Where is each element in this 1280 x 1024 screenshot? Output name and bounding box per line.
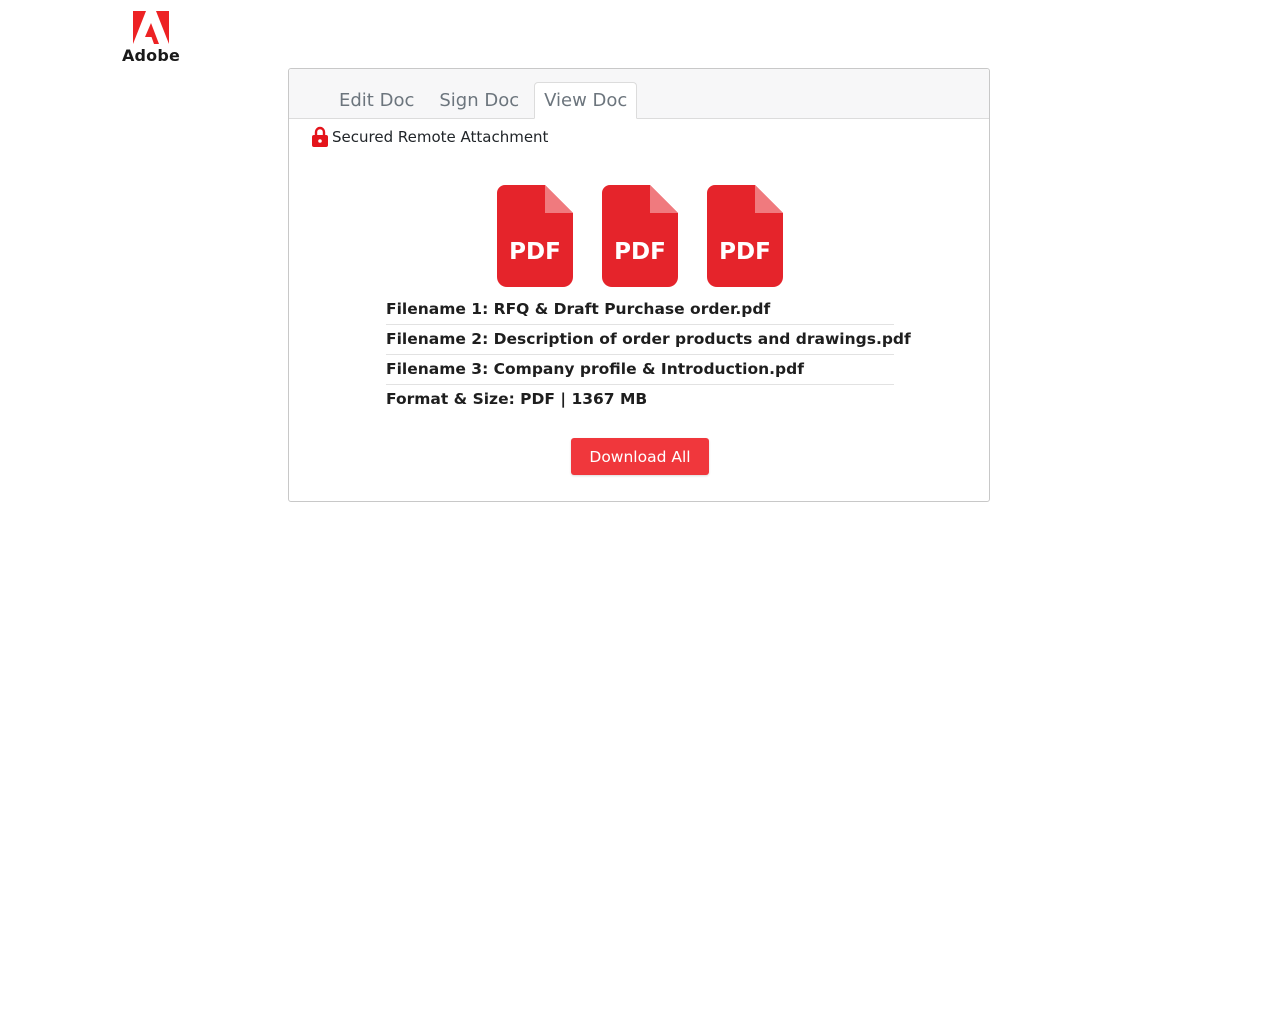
filename-1: Filename 1: RFQ & Draft Purchase order.p… [386,295,894,325]
download-all-button[interactable]: Download All [571,438,709,475]
pdf-icon-row: PDF PDF PDF [497,185,783,287]
svg-text:PDF: PDF [614,239,666,265]
tab-view-doc[interactable]: View Doc [534,82,638,119]
pdf-file-icon[interactable]: PDF [602,185,678,287]
svg-text:PDF: PDF [509,239,561,265]
adobe-logo-icon [133,11,169,44]
tab-bar: Edit Doc Sign Doc View Doc [329,82,642,119]
format-size: Format & Size: PDF | 1367 MB [386,390,648,408]
lock-icon [312,126,328,147]
tab-sign-doc[interactable]: Sign Doc [429,84,529,119]
filename-3: Filename 3: Company profile & Introducti… [386,355,894,385]
secured-label: Secured Remote Attachment [332,127,549,146]
adobe-logo: Adobe [121,11,181,65]
tab-edit-doc[interactable]: Edit Doc [329,84,424,119]
card-header: Edit Doc Sign Doc View Doc [289,69,989,119]
pdf-file-icon[interactable]: PDF [497,185,573,287]
filename-2: Filename 2: Description of order product… [386,325,911,355]
pdf-file-icon[interactable]: PDF [707,185,783,287]
brand-name: Adobe [121,46,181,65]
file-list: Filename 1: RFQ & Draft Purchase order.p… [386,295,911,414]
document-card: Edit Doc Sign Doc View Doc Secured Remot… [288,68,990,502]
secured-banner: Secured Remote Attachment [312,126,548,147]
svg-text:PDF: PDF [719,239,771,265]
